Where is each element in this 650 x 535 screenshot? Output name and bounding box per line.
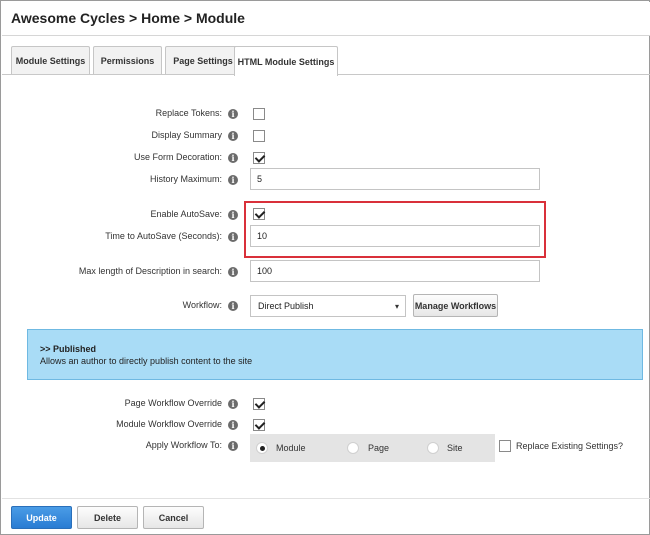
info-icon[interactable]: i [228,232,238,242]
time-to-autosave-input[interactable]: 10 [250,225,540,247]
max-length-description-input[interactable]: 100 [250,260,540,282]
site-radio[interactable] [427,442,439,454]
module-workflow-override-checkbox[interactable] [253,419,265,431]
breadcrumb: Awesome Cycles > Home > Module [11,10,245,26]
workflow-info-panel: >> Published Allows an author to directl… [27,329,643,380]
time-to-autosave-label: Time to AutoSave (Seconds): [105,231,222,241]
title-bar: Awesome Cycles > Home > Module [2,2,650,36]
workflow-panel-description: Allows an author to directly publish con… [40,356,253,366]
display-summary-checkbox[interactable] [253,130,265,142]
max-length-description-label: Max length of Description in search: [78,266,222,276]
page-radio-label: Page [368,443,390,453]
replace-existing-settings-label: Replace Existing Settings? [516,441,624,451]
info-icon[interactable]: i [228,420,238,430]
use-form-decoration-checkbox[interactable] [253,152,265,164]
module-settings-window: Awesome Cycles > Home > Module Module Se… [0,0,650,535]
workflow-panel-heading: >> Published [40,344,97,354]
caret-down-icon: ▾ [394,302,399,311]
apply-workflow-radio-group: Module Page Site [250,434,495,462]
info-icon[interactable]: i [228,131,238,141]
workflow-select[interactable]: Direct Publish ▾ [250,295,406,317]
workflow-label: Workflow: [182,300,222,310]
tab-html-module-settings[interactable]: HTML Module Settings [234,46,338,76]
page-workflow-override-checkbox[interactable] [253,398,265,410]
update-button[interactable]: Update [11,506,72,529]
tab-permissions[interactable]: Permissions [93,46,162,74]
module-workflow-override-label: Module Workflow Override [116,419,222,429]
info-icon[interactable]: i [228,441,238,451]
info-icon[interactable]: i [228,153,238,163]
enable-autosave-checkbox[interactable] [253,208,265,220]
replace-existing-settings-checkbox[interactable] [499,440,511,452]
replace-tokens-label: Replace Tokens: [155,108,222,118]
info-icon[interactable]: i [228,109,238,119]
enable-autosave-label: Enable AutoSave: [150,209,222,219]
workflow-select-value: Direct Publish [258,301,314,311]
delete-button[interactable]: Delete [77,506,138,529]
apply-workflow-to-label: Apply Workflow To: [145,440,222,450]
info-icon[interactable]: i [228,175,238,185]
footer-divider [2,498,650,499]
module-radio[interactable] [256,442,268,454]
info-icon[interactable]: i [228,399,238,409]
cancel-button[interactable]: Cancel [143,506,204,529]
replace-tokens-checkbox[interactable] [253,108,265,120]
history-maximum-input[interactable]: 5 [250,168,540,190]
manage-workflows-button[interactable]: Manage Workflows [413,294,498,317]
tab-page-settings[interactable]: Page Settings [165,46,241,74]
info-icon[interactable]: i [228,210,238,220]
page-radio[interactable] [347,442,359,454]
history-maximum-label: History Maximum: [149,174,222,184]
info-icon[interactable]: i [228,301,238,311]
module-radio-label: Module [276,443,306,453]
display-summary-label: Display Summary [151,130,222,140]
tab-module-settings[interactable]: Module Settings [11,46,90,74]
site-radio-label: Site [447,443,463,453]
info-icon[interactable]: i [228,267,238,277]
page-workflow-override-label: Page Workflow Override [124,398,222,408]
use-form-decoration-label: Use Form Decoration: [133,152,222,162]
